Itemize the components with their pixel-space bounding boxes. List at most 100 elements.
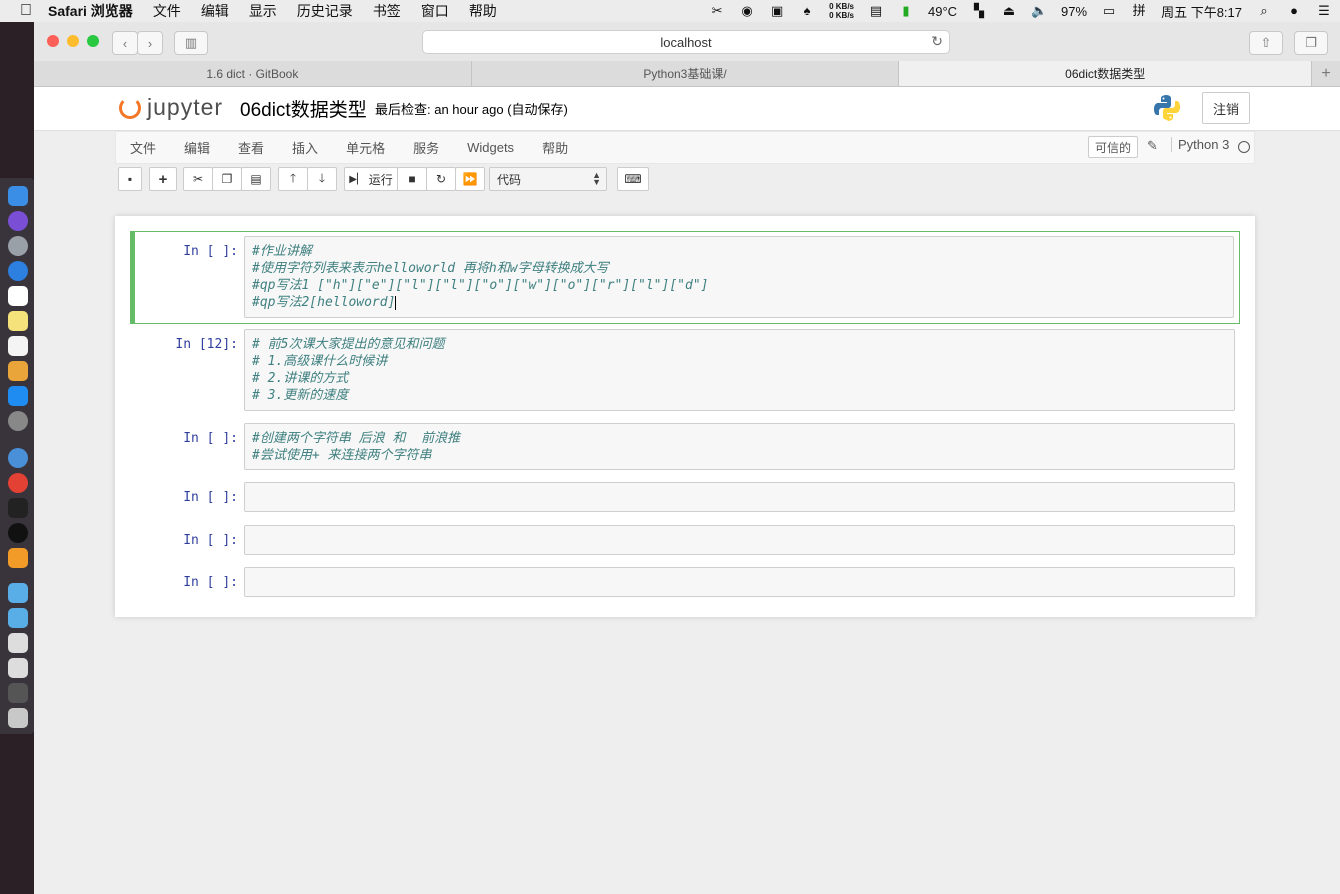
menu-history[interactable]: 历史记录 (297, 1, 353, 21)
menu-window[interactable]: 窗口 (421, 1, 449, 21)
calendar-icon[interactable] (8, 286, 28, 306)
restart-run-all-button[interactable]: ⏩ (455, 167, 485, 191)
notebook-name[interactable]: 06dict数据类型 (240, 95, 367, 122)
back-button[interactable]: ‹ (112, 31, 138, 55)
kernel-name[interactable]: Python 3 (1171, 137, 1229, 152)
move-down-button[interactable]: 🡓 (307, 167, 337, 191)
sublime-icon[interactable] (8, 548, 28, 568)
tab-overview-button[interactable]: ❐ (1294, 31, 1328, 55)
logout-button[interactable]: 注销 (1202, 92, 1250, 124)
code-cell[interactable]: In [12]: # 前5次课大家提出的意见和问题 # 1.高级课什么时候讲 #… (130, 329, 1240, 412)
cell-editor[interactable]: #创建两个字符串 后浪 和 前浪推 #尝试使用+ 来连接两个字符串 (244, 423, 1235, 470)
menu-edit[interactable]: 编辑 (201, 1, 229, 21)
system-preferences-icon[interactable] (8, 411, 28, 431)
window-thumbnail-icon[interactable] (8, 633, 28, 653)
recording-icon[interactable] (8, 683, 28, 703)
battery-percent[interactable]: 97% (1061, 4, 1087, 19)
restart-button[interactable]: ↻ (426, 167, 456, 191)
trash-icon[interactable] (8, 708, 28, 728)
forward-button[interactable]: › (137, 31, 163, 55)
reminders-icon[interactable] (8, 336, 28, 356)
photos-icon[interactable] (8, 361, 28, 381)
notes-icon[interactable] (8, 311, 28, 331)
tab-gitbook[interactable]: 1.6 dict · GitBook (34, 61, 472, 86)
cell-type-select[interactable]: 代码 ▲ ▼ (489, 167, 607, 191)
reload-icon[interactable]: ↻ (931, 33, 943, 50)
menu-app-name[interactable]: Safari 浏览器 (48, 1, 133, 21)
menu-nb-edit[interactable]: 编辑 (170, 138, 224, 157)
save-button[interactable]: ▪ (118, 167, 142, 191)
minimize-window-button[interactable] (67, 35, 79, 47)
spotlight-icon[interactable]: ⌕ (1256, 4, 1272, 18)
copy-button[interactable]: ❐ (212, 167, 242, 191)
chrome-icon[interactable] (8, 473, 28, 493)
siri-dock-icon[interactable] (8, 211, 28, 231)
cell-editor[interactable] (244, 525, 1235, 555)
menu-nb-widgets[interactable]: Widgets (453, 140, 528, 155)
interrupt-button[interactable]: ■ (397, 167, 427, 191)
close-window-button[interactable] (47, 35, 59, 47)
launchpad-icon[interactable] (8, 236, 28, 256)
pencil-icon[interactable]: ✎ (1147, 138, 1158, 154)
evernote-icon[interactable]: ♠ (799, 4, 815, 18)
menu-help[interactable]: 帮助 (469, 1, 497, 21)
obs-icon[interactable]: ◉ (739, 4, 755, 18)
window-thumbnail-2-icon[interactable] (8, 658, 28, 678)
finder-icon[interactable] (8, 186, 28, 206)
apple-icon[interactable]:  (20, 2, 38, 20)
menu-nb-help[interactable]: 帮助 (528, 138, 582, 157)
downloads-folder-icon[interactable] (8, 608, 28, 628)
installer-icon[interactable] (8, 448, 28, 468)
tab-06dict[interactable]: 06dict数据类型 (899, 61, 1313, 86)
code-cell[interactable]: In [ ]: (130, 567, 1240, 597)
cell-editor[interactable]: #作业讲解 #使用字符列表来表示helloworld 再将h和w字母转换成大写 … (244, 236, 1234, 318)
cell-editor[interactable] (244, 482, 1235, 512)
paste-button[interactable]: ▤ (241, 167, 271, 191)
code-cell[interactable]: In [ ]: (130, 525, 1240, 555)
drive-icon[interactable]: ▤ (868, 4, 884, 18)
move-up-button[interactable]: 🡑 (278, 167, 308, 191)
menu-nb-kernel[interactable]: 服务 (399, 138, 453, 157)
share-button[interactable]: ⇧ (1249, 31, 1283, 55)
run-button[interactable]: ▶▏ 运行 (344, 167, 398, 191)
new-tab-button[interactable]: + (1312, 61, 1340, 86)
insert-cell-button[interactable]: + (149, 167, 177, 191)
window-manager-icon[interactable]: ▚ (971, 4, 987, 18)
sidebar-toggle-button[interactable]: ▥ (174, 31, 208, 55)
temperature[interactable]: 49°C (928, 4, 957, 19)
input-method-icon[interactable]: 拼 (1131, 4, 1147, 18)
folder-icon[interactable] (8, 583, 28, 603)
code-cell[interactable]: In [ ]: #创建两个字符串 后浪 和 前浪推 #尝试使用+ 来连接两个字符… (130, 423, 1240, 471)
message-icon[interactable]: ▣ (769, 4, 785, 18)
menu-bookmarks[interactable]: 书签 (373, 1, 401, 21)
address-bar[interactable]: localhost ↻ (422, 30, 950, 54)
menu-nb-file[interactable]: 文件 (116, 138, 170, 157)
clock[interactable]: 周五 下午8:17 (1161, 2, 1242, 21)
app-store-icon[interactable] (8, 386, 28, 406)
eject-icon[interactable]: ⏏ (1001, 4, 1017, 18)
cut-button[interactable]: ✂ (183, 167, 213, 191)
jupyter-logo[interactable]: jupyter (119, 94, 223, 121)
terminal-icon[interactable] (8, 498, 28, 518)
safari-icon[interactable] (8, 261, 28, 281)
cell-editor[interactable] (244, 567, 1235, 597)
command-palette-button[interactable]: ⌨ (617, 167, 649, 191)
code-cell[interactable]: In [ ]: (130, 482, 1240, 512)
siri-icon[interactable]: ● (1286, 4, 1302, 18)
menu-view[interactable]: 显示 (249, 1, 277, 21)
trusted-badge[interactable]: 可信的 (1088, 136, 1139, 158)
tab-python3-course[interactable]: Python3基础课/ (472, 61, 900, 86)
notification-center-icon[interactable]: ☰ (1316, 4, 1332, 18)
volume-icon[interactable]: 🔈 (1031, 4, 1047, 18)
battery-icon[interactable]: ▭ (1101, 4, 1117, 18)
menu-file[interactable]: 文件 (153, 1, 181, 21)
scissors-icon[interactable]: ✂ (709, 4, 725, 18)
menu-nb-cell[interactable]: 单元格 (332, 138, 399, 157)
signal-icon[interactable]: ▮ (898, 4, 914, 18)
zoom-window-button[interactable] (87, 35, 99, 47)
menu-nb-view[interactable]: 查看 (224, 138, 278, 157)
cell-editor[interactable]: # 前5次课大家提出的意见和问题 # 1.高级课什么时候讲 # 2.讲课的方式 … (244, 329, 1235, 411)
obs-dock-icon[interactable] (8, 523, 28, 543)
menu-nb-insert[interactable]: 插入 (278, 138, 332, 157)
code-cell[interactable]: In [ ]: #作业讲解 #使用字符列表来表示helloworld 再将h和w… (130, 231, 1240, 324)
